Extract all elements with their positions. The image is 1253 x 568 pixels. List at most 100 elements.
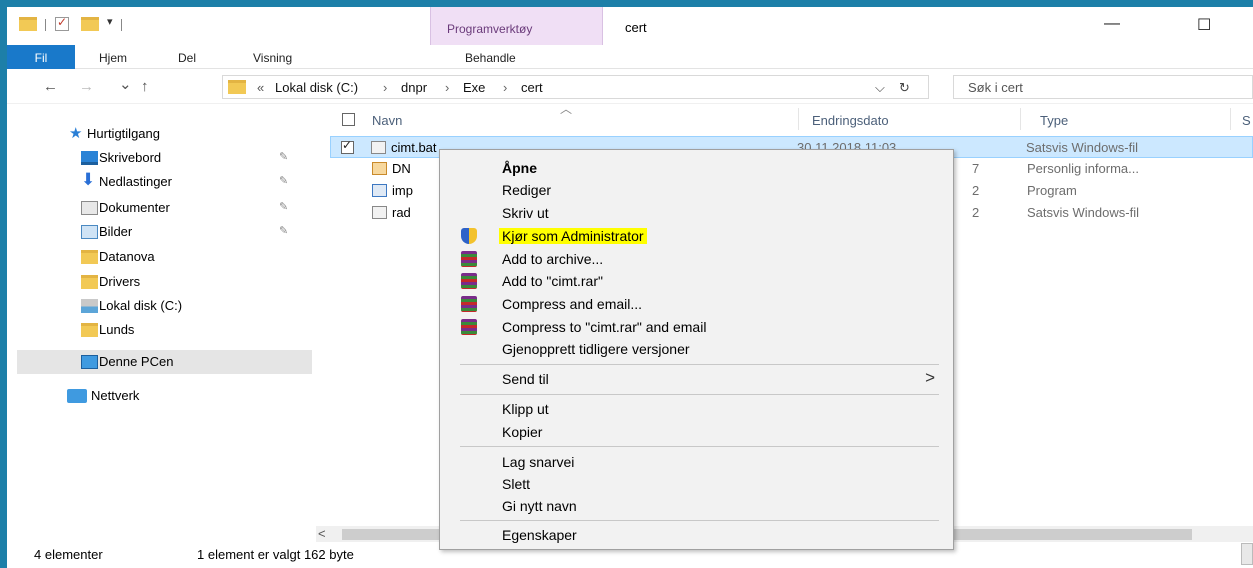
menu-item-send-til[interactable]: Send til >	[440, 368, 953, 390]
tab-hjem[interactable]: Hjem	[99, 51, 127, 65]
column-endringsdato[interactable]: Endringsdato	[812, 113, 889, 128]
menu-item-label: Rediger	[502, 182, 552, 198]
column-header: ︿ Navn Endringsdato Type S	[332, 102, 1253, 134]
breadcrumb-separator: ›	[383, 80, 388, 95]
nav-item-denne-pcen[interactable]: Denne PCen	[17, 350, 312, 374]
breadcrumb-overflow[interactable]: «	[257, 80, 264, 95]
pin-icon[interactable]: ✎	[279, 150, 288, 163]
nav-item-label: Dokumenter	[99, 200, 170, 215]
file-name: cimt.bat	[391, 140, 437, 155]
menu-item-label: Klipp ut	[502, 401, 549, 417]
shield-icon	[461, 228, 477, 244]
menu-item-gi-nytt-navn[interactable]: Gi nytt navn	[440, 495, 953, 517]
nav-item-skrivebord[interactable]: Skrivebord ✎	[7, 146, 302, 170]
certificate-file-icon	[372, 162, 387, 175]
new-folder-icon[interactable]	[81, 17, 99, 31]
folder-icon[interactable]	[19, 17, 37, 31]
nav-item-lokal-disk[interactable]: Lokal disk (C:)	[7, 294, 302, 318]
menu-item-add-to-archive[interactable]: Add to archive...	[440, 248, 953, 270]
minimize-button[interactable]: —	[1104, 15, 1120, 33]
refresh-icon[interactable]: ↻	[899, 80, 910, 96]
forward-button[interactable]: →	[79, 78, 94, 95]
column-size[interactable]: S	[1242, 113, 1251, 128]
customize-toolbar-icon[interactable]: ▾	[107, 15, 113, 31]
column-divider[interactable]	[798, 108, 799, 130]
menu-item-kjor-som-administrator[interactable]: Kjør som Administrator	[440, 225, 953, 247]
menu-item-label: Lag snarvei	[502, 454, 575, 470]
file-name: rad	[392, 205, 411, 220]
menu-item-compress-and-email[interactable]: Compress and email...	[440, 293, 953, 315]
menu-separator	[460, 394, 939, 395]
menu-item-apne[interactable]: Åpne	[440, 157, 953, 179]
address-bar[interactable]: « Lokal disk (C:) › dnpr › Exe › cert ⌵ …	[222, 75, 929, 99]
file-date: 7	[972, 161, 980, 176]
menu-item-label: Send til	[502, 371, 549, 387]
nav-item-label: Datanova	[99, 249, 155, 264]
folder-icon	[81, 323, 98, 337]
breadcrumb-dnpr[interactable]: dnpr	[401, 80, 427, 95]
nav-item-nettverk[interactable]: Nettverk	[7, 384, 302, 408]
tab-del[interactable]: Del	[178, 51, 196, 65]
nav-item-drivers[interactable]: Drivers	[7, 270, 302, 294]
maximize-button[interactable]: ☐	[1197, 15, 1211, 35]
winrar-icon	[461, 251, 477, 267]
file-type: Program	[1027, 183, 1077, 198]
row-checkbox[interactable]	[341, 138, 354, 154]
tab-visning[interactable]: Visning	[253, 51, 292, 65]
nav-item-label: Lokal disk (C:)	[99, 298, 183, 313]
nav-item-datanova[interactable]: Datanova	[7, 245, 302, 269]
tab-behandle[interactable]: Behandle	[465, 51, 516, 65]
menu-item-rediger[interactable]: Rediger	[440, 179, 953, 201]
nav-item-label: Lunds	[99, 322, 135, 337]
nav-item-bilder[interactable]: Bilder ✎	[7, 220, 302, 244]
menu-separator	[460, 520, 939, 521]
nav-item-label: Denne PCen	[99, 354, 174, 369]
column-navn[interactable]: Navn	[372, 113, 402, 128]
menu-item-lag-snarvei[interactable]: Lag snarvei	[440, 451, 953, 473]
download-icon: ⬇	[81, 170, 96, 189]
search-input[interactable]: Søk i cert	[953, 75, 1253, 99]
menu-item-label: Slett	[502, 476, 531, 492]
ribbon: Fil Hjem Del Visning Behandle	[7, 45, 1253, 69]
column-divider[interactable]	[1230, 108, 1231, 130]
column-divider[interactable]	[1020, 108, 1021, 130]
navigation-pane: ★ Hurtigtilgang Skrivebord ✎ ⬇ Nedlastin…	[7, 104, 325, 538]
context-tab-title: Programverktøy	[447, 22, 533, 36]
column-type[interactable]: Type	[1040, 113, 1068, 128]
pin-icon[interactable]: ✎	[279, 174, 288, 187]
back-button[interactable]: ←	[43, 78, 58, 95]
menu-item-gjenopprett[interactable]: Gjenopprett tidligere versjoner	[440, 338, 953, 360]
nav-item-dokumenter[interactable]: Dokumenter ✎	[7, 196, 302, 220]
menu-item-skriv-ut[interactable]: Skriv ut	[440, 202, 953, 224]
toolbar-divider	[45, 19, 46, 31]
menu-item-slett[interactable]: Slett	[440, 473, 953, 495]
properties-icon[interactable]	[55, 15, 69, 31]
pin-icon[interactable]: ✎	[279, 224, 288, 237]
view-toggle-button[interactable]	[1241, 543, 1253, 565]
tab-fil[interactable]: Fil	[7, 45, 75, 69]
select-all-checkbox[interactable]	[342, 113, 355, 126]
documents-icon	[81, 201, 98, 215]
menu-item-label: Gjenopprett tidligere versjoner	[502, 341, 690, 357]
address-dropdown-icon[interactable]: ⌵	[875, 80, 885, 96]
breadcrumb-exe[interactable]: Exe	[463, 80, 485, 95]
nav-item-lunds[interactable]: Lunds	[7, 318, 302, 342]
pin-icon[interactable]: ✎	[279, 200, 288, 213]
breadcrumb-cert[interactable]: cert	[521, 80, 543, 95]
winrar-icon	[461, 296, 477, 312]
file-name: imp	[392, 183, 413, 198]
nav-item-hurtigtilgang[interactable]: ★ Hurtigtilgang	[7, 122, 302, 146]
menu-item-add-to-cimt-rar[interactable]: Add to "cimt.rar"	[440, 270, 953, 292]
up-button[interactable]: ↑	[141, 78, 149, 95]
menu-item-klipp-ut[interactable]: Klipp ut	[440, 398, 953, 420]
winrar-icon	[461, 319, 477, 335]
menu-separator	[460, 446, 939, 447]
menu-item-kopier[interactable]: Kopier	[440, 421, 953, 443]
breadcrumb-lokal-disk[interactable]: Lokal disk (C:)	[275, 80, 358, 95]
recent-locations-button[interactable]: ⌄	[119, 75, 132, 93]
menu-item-compress-to-cimt-rar-and-email[interactable]: Compress to "cimt.rar" and email	[440, 316, 953, 338]
menu-item-egenskaper[interactable]: Egenskaper	[440, 524, 953, 546]
menu-item-label: Åpne	[502, 160, 537, 176]
scroll-left-button[interactable]: <	[318, 526, 326, 541]
nav-item-nedlastinger[interactable]: ⬇ Nedlastinger ✎	[7, 170, 302, 194]
